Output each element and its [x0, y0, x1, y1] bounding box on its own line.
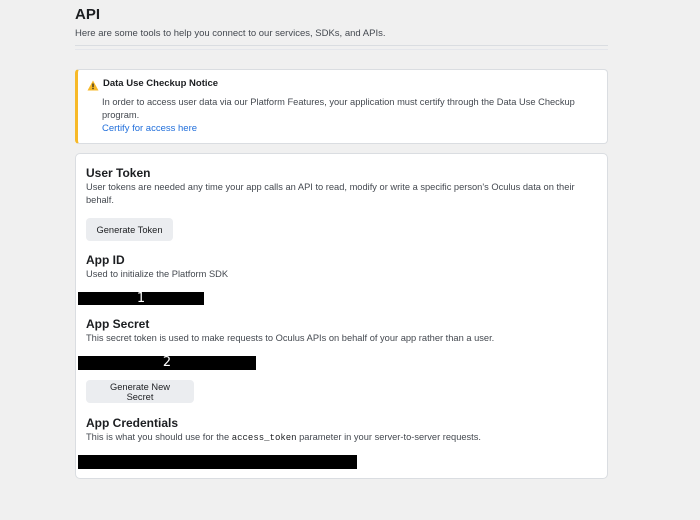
- notice-title: Data Use Checkup Notice: [103, 78, 219, 89]
- generate-token-button[interactable]: Generate Token: [86, 218, 173, 241]
- certify-access-link[interactable]: Certify for access here: [102, 123, 197, 134]
- page-title: API: [75, 6, 101, 23]
- app-credentials-title: App Credentials: [86, 416, 179, 430]
- page-header: API Here are some tools to help you conn…: [75, 6, 386, 40]
- app-id-title: App ID: [86, 253, 125, 267]
- app-id-redaction: 1: [78, 292, 204, 305]
- data-use-notice-card: Data Use Checkup Notice In order to acce…: [75, 69, 608, 144]
- api-tools-card: User Token User tokens are needed any ti…: [75, 153, 608, 479]
- app-id-description: Used to initialize the Platform SDK: [86, 269, 229, 279]
- page-subtitle: Here are some tools to help you connect …: [75, 28, 386, 39]
- notice-title-row: Data Use Checkup Notice: [87, 78, 219, 91]
- app-credentials-redaction: [78, 455, 357, 469]
- app-credentials-description: This is what you should use for the acce…: [86, 432, 482, 443]
- header-divider: [75, 49, 608, 50]
- warning-icon: [87, 78, 99, 91]
- user-token-description: User tokens are needed any time your app…: [86, 182, 575, 205]
- app-secret-description: This secret token is used to make reques…: [86, 333, 495, 343]
- access-token-code: access_token: [231, 433, 297, 443]
- generate-new-secret-button[interactable]: Generate New Secret: [86, 380, 194, 403]
- app-secret-title: App Secret: [86, 317, 150, 331]
- header-divider: [75, 45, 608, 46]
- user-token-title: User Token: [86, 166, 151, 180]
- notice-body: In order to access user data via our Pla…: [102, 97, 575, 120]
- app-secret-redaction: 2: [78, 356, 256, 370]
